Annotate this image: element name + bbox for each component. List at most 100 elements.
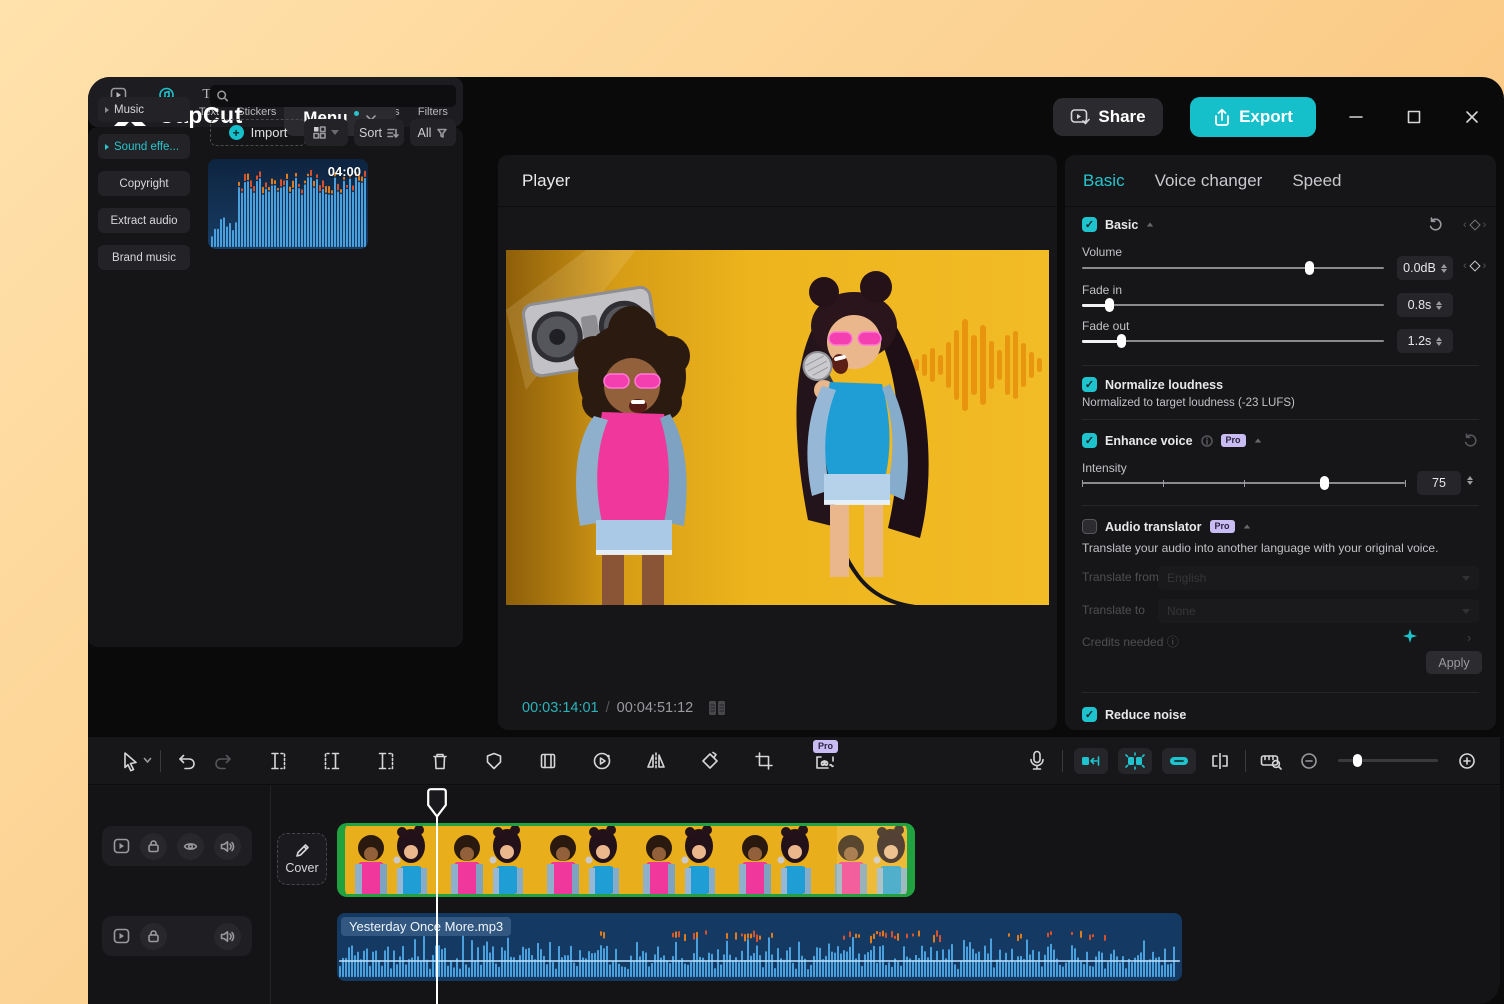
mask-button[interactable] — [475, 743, 513, 779]
toggle-visibility-button[interactable] — [177, 833, 204, 860]
collapse-icon[interactable] — [1254, 439, 1260, 443]
track-content-icon[interactable] — [113, 838, 130, 854]
normalize-checkbox[interactable]: ✓ — [1082, 377, 1097, 392]
volume-slider[interactable] — [1082, 261, 1384, 275]
share-button[interactable]: Share — [1053, 98, 1163, 136]
reset-icon[interactable] — [1428, 217, 1443, 232]
sidebar-item-sound-effects[interactable]: Sound effe... — [98, 134, 190, 159]
sidebar-item-copyright[interactable]: Copyright — [98, 171, 190, 196]
record-voiceover-button[interactable] — [1018, 743, 1056, 779]
reset-icon[interactable] — [1463, 433, 1478, 448]
import-media-button[interactable]: + Import — [210, 119, 306, 146]
mirror-button[interactable] — [637, 743, 675, 779]
tab-basic[interactable]: Basic — [1083, 171, 1125, 191]
sidebar-item-brand-music[interactable]: Brand music — [98, 245, 190, 270]
reduce-noise-checkbox[interactable]: ✓ — [1082, 707, 1097, 722]
filter-all-button[interactable]: All — [410, 119, 456, 146]
zoom-out-icon — [1300, 752, 1318, 770]
vocal-isolation-button[interactable]: Pro — [803, 743, 847, 779]
grid-view-icon — [313, 126, 326, 139]
edit-cover-button[interactable]: Cover — [277, 833, 327, 885]
audio-translator-checkbox[interactable]: ✓ — [1082, 519, 1097, 534]
lock-icon — [147, 839, 160, 853]
stepper-icon[interactable] — [1441, 264, 1447, 273]
intensity-stepper[interactable] — [1467, 476, 1473, 485]
playhead-line[interactable] — [436, 789, 438, 1004]
volume-value-box[interactable]: 0.0dB — [1397, 256, 1453, 280]
video-preview-canvas[interactable] — [506, 250, 1049, 605]
mute-track-button[interactable] — [214, 923, 241, 950]
overlay-button[interactable] — [529, 743, 567, 779]
speaker-icon — [220, 840, 235, 853]
sound-card-duration: 04:00 — [328, 164, 361, 179]
credits-star-icon — [1403, 629, 1417, 643]
apply-button[interactable]: Apply — [1426, 651, 1482, 674]
compare-view-icon[interactable] — [708, 700, 726, 716]
delete-left-button[interactable] — [313, 743, 351, 779]
view-mode-button[interactable] — [304, 119, 348, 146]
stepper-icon[interactable] — [1436, 337, 1442, 346]
speed-button[interactable] — [583, 743, 621, 779]
stepper-icon[interactable] — [1436, 301, 1442, 310]
fade-out-value-box[interactable]: 1.2s — [1397, 329, 1453, 353]
zoom-in-button[interactable] — [1448, 743, 1486, 779]
split-button[interactable] — [259, 743, 297, 779]
undo-icon — [176, 751, 196, 771]
auto-snap-toggle[interactable] — [1074, 748, 1108, 774]
tab-speed[interactable]: Speed — [1292, 171, 1341, 191]
maximize-button[interactable] — [1404, 107, 1424, 127]
sidebar-item-extract-audio[interactable]: Extract audio — [98, 208, 190, 233]
basic-checkbox[interactable]: ✓ — [1082, 217, 1097, 232]
tab-voice-changer[interactable]: Voice changer — [1155, 171, 1263, 191]
preview-axis-toggle[interactable] — [1118, 748, 1152, 774]
collapse-icon[interactable] — [1147, 223, 1153, 227]
expand-arrow-icon — [105, 144, 109, 150]
sidebar-item-music[interactable]: Music — [98, 97, 190, 122]
mute-track-button[interactable] — [214, 833, 241, 860]
timeline-scale-button[interactable] — [1252, 743, 1290, 779]
translate-to-select[interactable]: None — [1158, 599, 1479, 623]
delete-button[interactable] — [421, 743, 459, 779]
pencil-icon — [295, 843, 310, 858]
volume-keyframe[interactable]: ‹› — [1463, 260, 1486, 272]
audio-clip[interactable]: Yesterday Once More.mp3 — [337, 913, 1182, 981]
fade-in-value-box[interactable]: 0.8s — [1397, 293, 1453, 317]
chevron-right-icon[interactable]: › — [1467, 631, 1471, 645]
sort-button[interactable]: Sort — [354, 119, 404, 146]
redo-button[interactable] — [205, 743, 243, 779]
export-button[interactable]: Export — [1190, 97, 1316, 137]
search-input[interactable] — [229, 89, 450, 103]
video-clip[interactable] — [337, 823, 915, 897]
undo-button[interactable] — [167, 743, 205, 779]
select-tool-button[interactable] — [116, 743, 154, 779]
enhance-voice-checkbox[interactable]: ✓ — [1082, 433, 1097, 448]
timeline-zoom-slider[interactable] — [1338, 759, 1438, 762]
pro-badge: Pro — [1210, 520, 1235, 534]
search-box[interactable] — [210, 85, 456, 107]
intensity-value-box[interactable]: 75 — [1417, 471, 1461, 495]
fade-out-slider[interactable] — [1082, 334, 1384, 348]
lock-track-button[interactable] — [140, 833, 167, 860]
translate-from-select[interactable]: English — [1158, 566, 1479, 590]
playhead-handle[interactable] — [427, 788, 447, 818]
zoom-out-button[interactable] — [1290, 743, 1328, 779]
split-icon — [268, 751, 288, 771]
rotate-button[interactable] — [691, 743, 729, 779]
sound-effect-card[interactable]: 04:00 — [208, 159, 368, 249]
lock-track-button[interactable] — [140, 923, 167, 950]
keyframe-nav[interactable]: ‹› — [1463, 219, 1486, 231]
collapse-icon[interactable] — [1243, 525, 1249, 529]
snap-icon — [1081, 754, 1101, 768]
close-button[interactable] — [1462, 107, 1482, 127]
track-content-icon[interactable] — [113, 928, 130, 944]
fade-in-slider[interactable] — [1082, 298, 1384, 312]
crop-button[interactable] — [745, 743, 783, 779]
delete-right-button[interactable] — [367, 743, 405, 779]
mirror-icon — [645, 751, 667, 771]
minimize-button[interactable] — [1346, 107, 1366, 127]
split-view-button[interactable] — [1201, 743, 1239, 779]
expand-arrow-icon — [105, 107, 109, 113]
intensity-slider[interactable] — [1082, 476, 1405, 490]
link-toggle[interactable] — [1162, 748, 1196, 774]
export-label: Export — [1239, 107, 1293, 127]
